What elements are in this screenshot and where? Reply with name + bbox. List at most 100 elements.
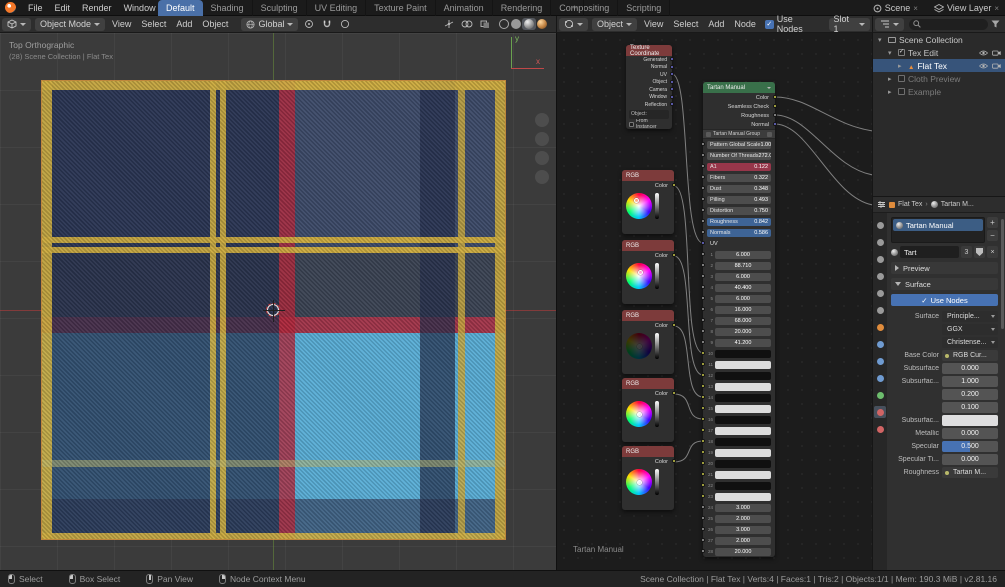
node-input-row[interactable]: 26 3.000 bbox=[703, 524, 775, 535]
input-socket[interactable] bbox=[701, 175, 705, 179]
input-socket[interactable] bbox=[701, 197, 705, 201]
value-slider[interactable] bbox=[655, 193, 659, 219]
editor-type-button[interactable] bbox=[875, 18, 904, 31]
node-texture-coordinate[interactable]: Texture Coordinate Generated Normal bbox=[626, 45, 672, 129]
menubar-item[interactable]: Edit bbox=[49, 3, 77, 13]
viewport-menu-item[interactable]: Select bbox=[136, 19, 171, 29]
input-socket[interactable] bbox=[701, 296, 705, 300]
input-socket[interactable] bbox=[701, 417, 705, 421]
node-input-row[interactable]: 14 bbox=[703, 392, 775, 403]
property-control[interactable]: 1.000 bbox=[942, 376, 998, 387]
input-socket[interactable] bbox=[701, 527, 705, 531]
property-control[interactable]: Christense... bbox=[942, 337, 998, 348]
node-input-row[interactable]: Normals 0.586 bbox=[703, 227, 775, 238]
object-icon[interactable] bbox=[874, 321, 886, 333]
input-socket[interactable] bbox=[701, 252, 705, 256]
node-rgb[interactable]: RGB Color bbox=[622, 240, 674, 304]
output-socket[interactable] bbox=[672, 323, 676, 327]
node-rgb[interactable]: RGB Color bbox=[622, 170, 674, 234]
output-socket[interactable] bbox=[672, 183, 676, 187]
input-socket[interactable] bbox=[701, 406, 705, 410]
node-input-row[interactable]: 13 bbox=[703, 381, 775, 392]
material-name-field[interactable]: Tart bbox=[900, 246, 959, 258]
mode-dropdown[interactable]: Object Mode bbox=[35, 18, 105, 31]
close-icon[interactable]: × bbox=[994, 4, 999, 13]
texture-icon[interactable] bbox=[874, 423, 886, 435]
color-wheel[interactable] bbox=[626, 193, 652, 219]
add-workspace-button[interactable]: + bbox=[566, 0, 584, 16]
workspace-tab[interactable]: Compositing bbox=[551, 0, 618, 16]
input-socket[interactable] bbox=[701, 263, 705, 267]
add-slot-button[interactable]: + bbox=[987, 217, 998, 228]
nav-orbit-icon[interactable] bbox=[535, 113, 549, 127]
output-socket[interactable] bbox=[672, 253, 676, 257]
input-socket[interactable] bbox=[701, 208, 705, 212]
breadcrumb-object[interactable]: Flat Tex bbox=[898, 201, 922, 208]
menubar-item[interactable]: File bbox=[22, 3, 49, 13]
output-socket[interactable] bbox=[773, 113, 777, 117]
node-input-row[interactable]: 2 88.710 bbox=[703, 260, 775, 271]
workspace-tab[interactable]: Rendering bbox=[493, 0, 552, 16]
row-type-icon[interactable] bbox=[898, 49, 905, 56]
outliner-row[interactable]: ▸ Example bbox=[873, 85, 1005, 98]
show-gizmo-button[interactable] bbox=[441, 18, 457, 31]
from-instancer-checkbox[interactable]: From Instancer bbox=[626, 120, 672, 129]
shading-wireframe-icon[interactable] bbox=[499, 19, 509, 29]
output-socket[interactable] bbox=[670, 102, 674, 106]
use-nodes-button[interactable]: ✓ Use Nodes bbox=[891, 294, 998, 306]
menubar-item[interactable]: Render bbox=[76, 3, 118, 13]
nav-zoom-icon[interactable] bbox=[535, 132, 549, 146]
viewport-menu-item[interactable]: Object bbox=[197, 19, 233, 29]
viewport-menu-item[interactable]: View bbox=[107, 19, 136, 29]
input-socket[interactable] bbox=[701, 450, 705, 454]
node-input-row[interactable]: 23 bbox=[703, 491, 775, 502]
input-socket[interactable] bbox=[701, 494, 705, 498]
output-socket[interactable] bbox=[672, 391, 676, 395]
color-wheel[interactable] bbox=[626, 263, 652, 289]
output-socket[interactable] bbox=[670, 57, 674, 61]
value-slider[interactable] bbox=[655, 263, 659, 289]
eye-icon[interactable] bbox=[979, 50, 988, 56]
node-input-row[interactable]: 27 2.000 bbox=[703, 535, 775, 546]
workspace-tab[interactable]: Animation bbox=[436, 0, 493, 16]
workspace-tab[interactable]: Sculpting bbox=[253, 0, 307, 16]
value-slider[interactable] bbox=[655, 469, 659, 495]
node-input-row[interactable]: 18 bbox=[703, 436, 775, 447]
output-socket[interactable] bbox=[773, 104, 777, 108]
node-input-row[interactable]: 7 68.000 bbox=[703, 315, 775, 326]
fake-user-button[interactable] bbox=[974, 246, 985, 258]
value-slider[interactable] bbox=[655, 401, 659, 427]
node-input-row[interactable]: 10 bbox=[703, 348, 775, 359]
expand-arrow-icon[interactable]: ▸ bbox=[888, 88, 895, 96]
node-input-row[interactable]: 3 6.000 bbox=[703, 271, 775, 282]
camera-icon[interactable] bbox=[992, 63, 1001, 69]
property-control[interactable]: Principle... bbox=[942, 311, 998, 322]
output-icon[interactable] bbox=[874, 253, 886, 265]
property-control[interactable]: GGX bbox=[942, 324, 998, 335]
editor-type-button[interactable] bbox=[2, 18, 31, 31]
object-field[interactable]: Object: bbox=[629, 110, 669, 119]
modifiers-icon[interactable] bbox=[874, 338, 886, 350]
node-input-row[interactable]: Fibers 0.322 bbox=[703, 172, 775, 183]
property-control[interactable]: 0.100 bbox=[942, 402, 998, 413]
unlink-button[interactable]: × bbox=[987, 246, 998, 258]
remove-slot-button[interactable]: − bbox=[987, 230, 998, 241]
input-socket[interactable] bbox=[701, 384, 705, 388]
output-socket[interactable] bbox=[773, 95, 777, 99]
breadcrumb-material[interactable]: Tartan M... bbox=[941, 201, 974, 208]
outliner-row[interactable]: ▾ Tex Edit bbox=[873, 46, 1005, 59]
node-input-row[interactable]: 17 bbox=[703, 425, 775, 436]
node-input-row[interactable]: 15 bbox=[703, 403, 775, 414]
material-slot-item[interactable]: Tartan Manual bbox=[893, 219, 983, 231]
node-input-row[interactable]: 5 6.000 bbox=[703, 293, 775, 304]
input-socket[interactable] bbox=[701, 241, 705, 245]
scene-selector[interactable]: Scene × bbox=[873, 3, 918, 13]
node-menu-item[interactable]: Node bbox=[729, 19, 761, 29]
workspace-tab[interactable]: Scripting bbox=[618, 0, 670, 16]
node-input-row[interactable]: 20 bbox=[703, 458, 775, 469]
shading-material-icon[interactable] bbox=[524, 19, 534, 29]
input-socket[interactable] bbox=[701, 153, 705, 157]
node-input-row[interactable]: Pilling 0.493 bbox=[703, 194, 775, 205]
shader-node-editor[interactable]: Texture Coordinate Generated Normal bbox=[556, 33, 872, 570]
property-control[interactable]: 0.200 bbox=[942, 389, 998, 400]
